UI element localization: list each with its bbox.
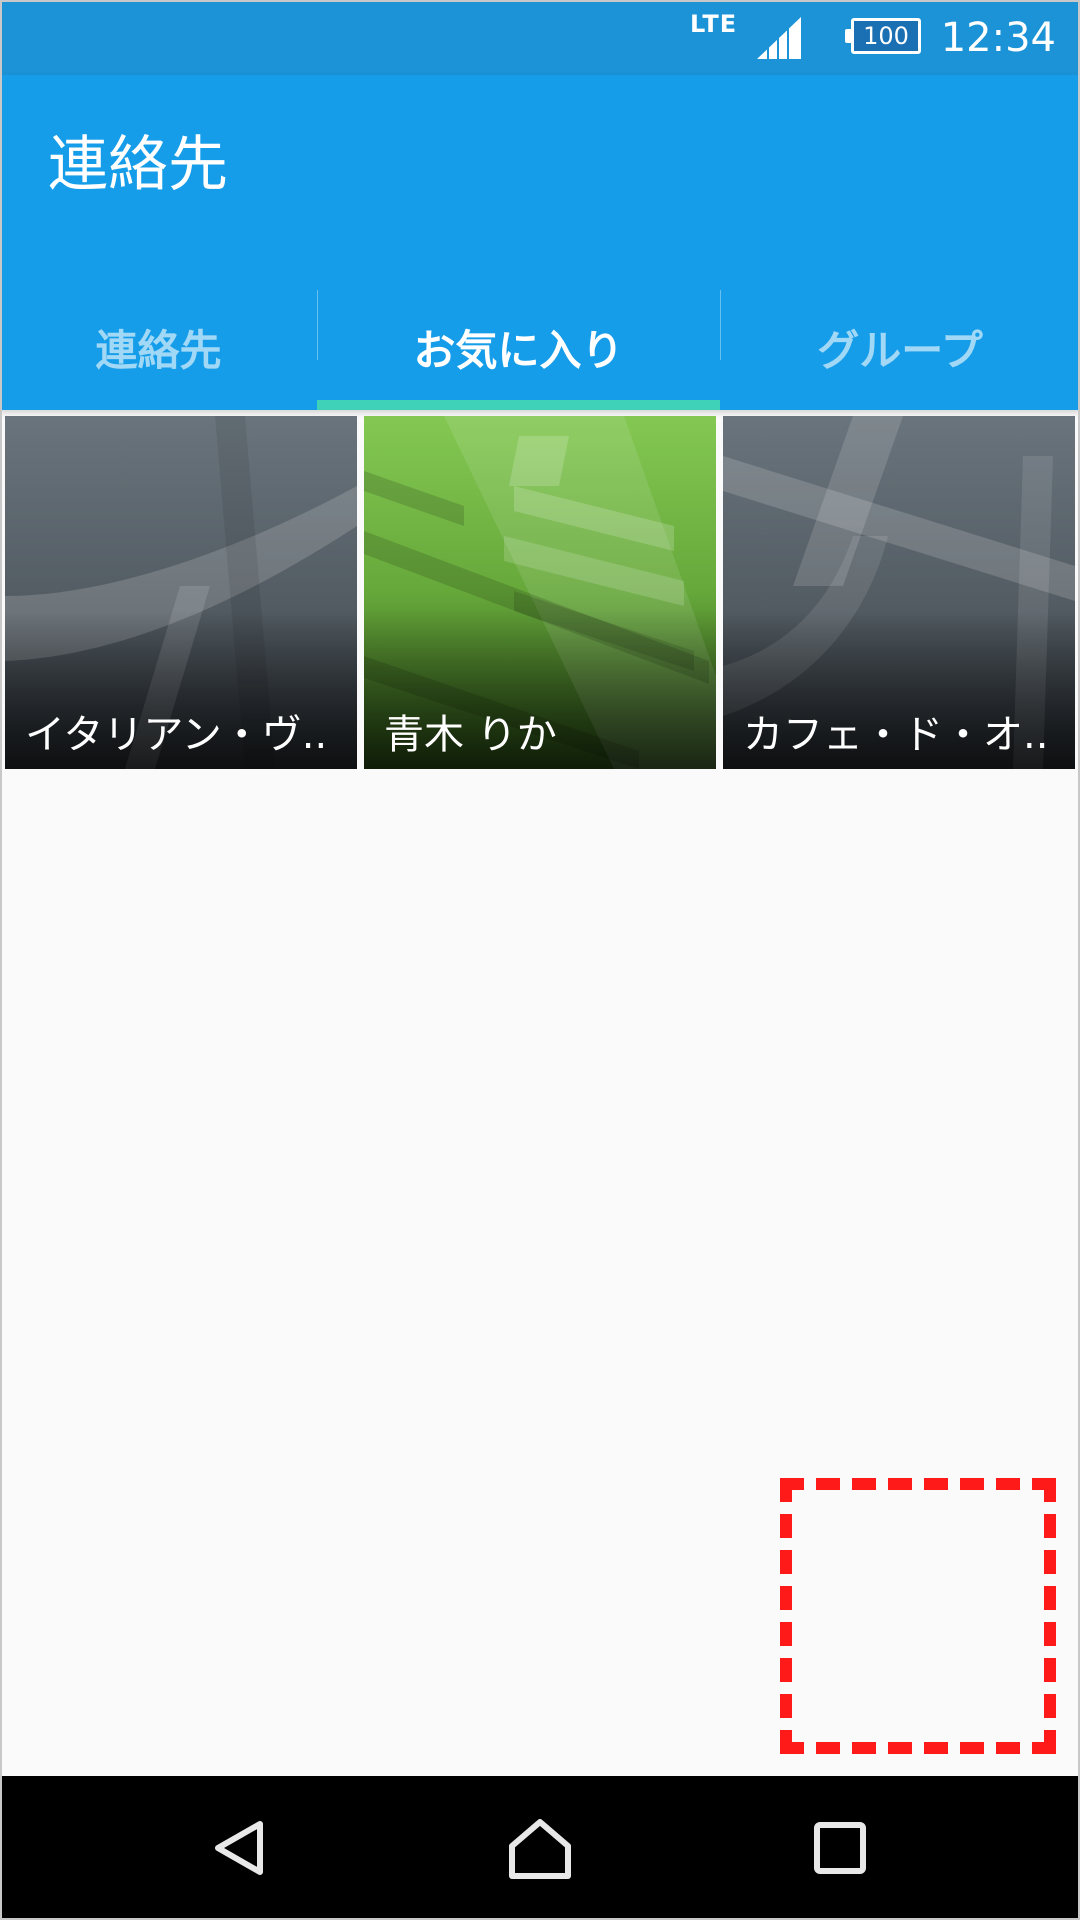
highlight-box[interactable]	[780, 1478, 1056, 1754]
screen: LTE 100 12:34 連絡先 連絡先 お気に入り グループ イタリアン・ヴ…	[0, 0, 1080, 1920]
favorite-contact-tile[interactable]: イタリアン・ヴ..	[5, 416, 357, 769]
navigation-bar	[0, 1776, 1080, 1920]
battery-icon: 100	[845, 18, 925, 56]
favorite-contact-name: 青木 りか	[384, 712, 557, 758]
battery-level-label: 100	[851, 18, 921, 54]
active-tab-indicator	[317, 400, 720, 410]
network-type-label: LTE	[690, 10, 738, 38]
page-title: 連絡先	[48, 130, 228, 200]
status-bar: LTE 100 12:34	[0, 0, 1080, 75]
favorites-grid: イタリアン・ヴ.. 青木 りか カフェ・ド・オ..	[5, 416, 1075, 769]
favorite-contact-tile[interactable]: カフェ・ド・オ..	[723, 416, 1075, 769]
favorite-contact-name: イタリアン・ヴ..	[25, 712, 328, 758]
back-icon	[215, 1821, 263, 1875]
clock: 12:34	[940, 15, 1056, 61]
recent-apps-icon	[814, 1822, 866, 1874]
tab-contacts[interactable]: 連絡先	[0, 285, 317, 410]
tab-bar: 連絡先 お気に入り グループ	[0, 285, 1080, 410]
favorite-contact-tile[interactable]: 青木 りか	[364, 416, 716, 769]
home-icon	[509, 1819, 571, 1879]
signal-icon	[757, 17, 801, 61]
favorite-contact-name: カフェ・ド・オ..	[743, 712, 1049, 758]
home-button[interactable]	[490, 1798, 590, 1898]
tab-favorites[interactable]: お気に入り	[317, 285, 720, 410]
tab-groups[interactable]: グループ	[720, 285, 1080, 410]
back-button[interactable]	[190, 1798, 290, 1898]
app-bar: 連絡先 連絡先 お気に入り グループ	[0, 75, 1080, 410]
recent-apps-button[interactable]	[790, 1798, 890, 1898]
